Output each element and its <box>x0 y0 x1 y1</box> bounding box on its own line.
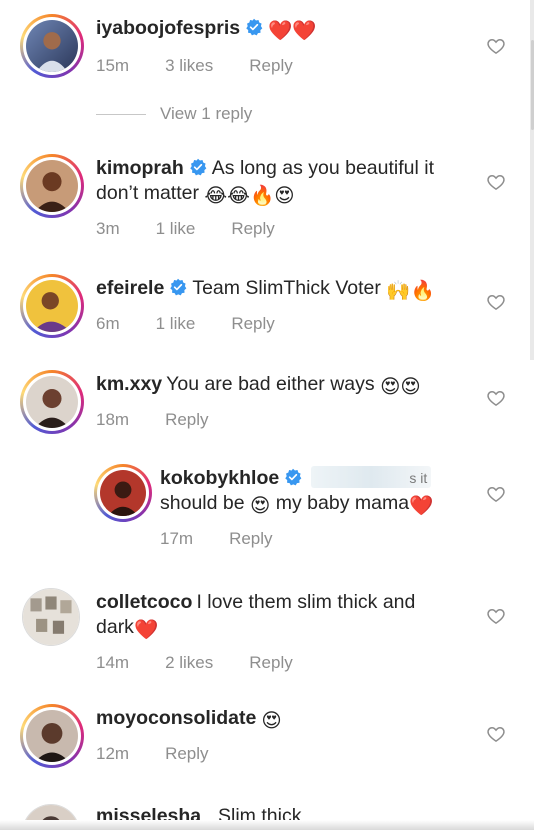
comment-emoji-end: 😍 <box>261 710 282 732</box>
avatar-image <box>26 160 78 212</box>
comment-text-line2: dark <box>96 616 134 638</box>
heart-outline-icon[interactable] <box>486 36 506 56</box>
comment-item: kimoprah As long as you beautiful it don’… <box>0 152 534 242</box>
comment-time: 17m <box>160 529 194 548</box>
comment-username[interactable]: moyoconsolidate <box>96 707 256 729</box>
avatar[interactable] <box>22 588 80 646</box>
view-replies-button[interactable]: View 1 reply <box>96 104 252 124</box>
comment-text: You are bad either ways <box>166 373 375 395</box>
avatar[interactable] <box>20 14 84 78</box>
avatar[interactable] <box>20 704 84 768</box>
comment-time: 14m <box>96 653 130 672</box>
reply-button[interactable]: Reply <box>165 744 208 764</box>
avatar[interactable] <box>20 274 84 338</box>
reply-button[interactable]: Reply <box>231 314 274 334</box>
comment-item: iyaboojofespris ❤️❤️ 15m 3 likes Reply <box>0 14 534 104</box>
avatar-image <box>23 589 79 645</box>
view-replies-label: View 1 reply <box>160 104 253 123</box>
avatar-image <box>26 710 78 762</box>
avatar-image <box>26 280 78 332</box>
divider <box>96 113 146 115</box>
comment-time: 12m <box>96 744 130 763</box>
heart-outline-icon[interactable] <box>486 484 506 504</box>
comment-emoji: 😍 <box>250 495 271 517</box>
reply-button[interactable]: Reply <box>165 410 208 430</box>
reply-item: kokobykhloe s it should be 😍 my baby mama… <box>0 462 534 552</box>
comment-text: As long as you beautiful it <box>211 157 435 179</box>
reply-button[interactable]: Reply <box>249 653 292 673</box>
avatar-image <box>26 20 78 72</box>
heart-outline-icon[interactable] <box>486 606 506 626</box>
comment-item: colletcoco I love them slim thick and dar… <box>0 586 534 676</box>
verified-badge-icon <box>246 18 263 36</box>
comment-username[interactable]: iyaboojofespris <box>96 17 240 39</box>
heart-outline-icon[interactable] <box>486 172 506 192</box>
comment-likes[interactable]: 1 like <box>156 219 196 239</box>
comment-text: Team SlimThick Voter <box>192 277 381 299</box>
comment-emojis: 😍😍 <box>380 376 421 398</box>
avatar[interactable] <box>20 370 84 434</box>
comment-text: I love them slim thick and <box>196 591 416 613</box>
comment-username[interactable]: efeirele <box>96 277 164 299</box>
reply-button[interactable]: Reply <box>229 529 272 549</box>
comment-time: 15m <box>96 56 130 75</box>
comment-time: 3m <box>96 219 120 238</box>
bottom-fade <box>0 820 534 830</box>
comment-username[interactable]: kimoprah <box>96 157 184 179</box>
comment-likes[interactable]: 1 like <box>156 314 196 334</box>
reply-button[interactable]: Reply <box>231 219 274 239</box>
comments-feed: iyaboojofespris ❤️❤️ 15m 3 likes Reply Vi… <box>0 0 534 830</box>
comment-time: 18m <box>96 410 130 429</box>
comment-username[interactable]: km.xxy <box>96 373 162 395</box>
avatar[interactable] <box>20 154 84 218</box>
comment-emoji-end: ❤️ <box>133 619 159 641</box>
avatar-image <box>26 376 78 428</box>
comment-likes[interactable]: 3 likes <box>165 56 213 76</box>
comment-emojis: 😂😂🔥😍 <box>204 185 295 207</box>
comment-item: km.xxy You are bad either ways 😍😍 18m Rep… <box>0 368 534 438</box>
verified-badge-icon <box>285 468 302 486</box>
comment-likes[interactable]: 2 likes <box>165 653 213 673</box>
heart-outline-icon[interactable] <box>486 724 506 744</box>
redacted-mention: s it <box>311 466 432 488</box>
scrollbar-track[interactable] <box>530 0 534 360</box>
comment-text: should be <box>160 492 245 514</box>
comment-emoji-end: ❤️ <box>409 495 434 517</box>
verified-badge-icon <box>170 278 187 296</box>
comment-emojis: ❤️❤️ <box>268 20 317 42</box>
comment-item: moyoconsolidate 😍 12m Reply <box>0 702 534 772</box>
comment-username[interactable]: kokobykhloe <box>160 467 279 489</box>
comment-text-cont: my baby mama <box>275 492 410 514</box>
heart-outline-icon[interactable] <box>486 388 506 408</box>
comment-username[interactable]: colletcoco <box>96 591 192 613</box>
reply-button[interactable]: Reply <box>249 56 292 76</box>
avatar[interactable] <box>94 464 152 522</box>
avatar-image <box>100 470 146 516</box>
comment-time: 6m <box>96 314 120 333</box>
heart-outline-icon[interactable] <box>486 292 506 312</box>
comment-item: efeirele Team SlimThick Voter 🙌🔥 6m 1 lik… <box>0 272 534 342</box>
comment-text-line2: don’t matter <box>96 182 199 204</box>
comment-emojis: 🙌🔥 <box>386 280 435 302</box>
verified-badge-icon <box>190 158 207 176</box>
